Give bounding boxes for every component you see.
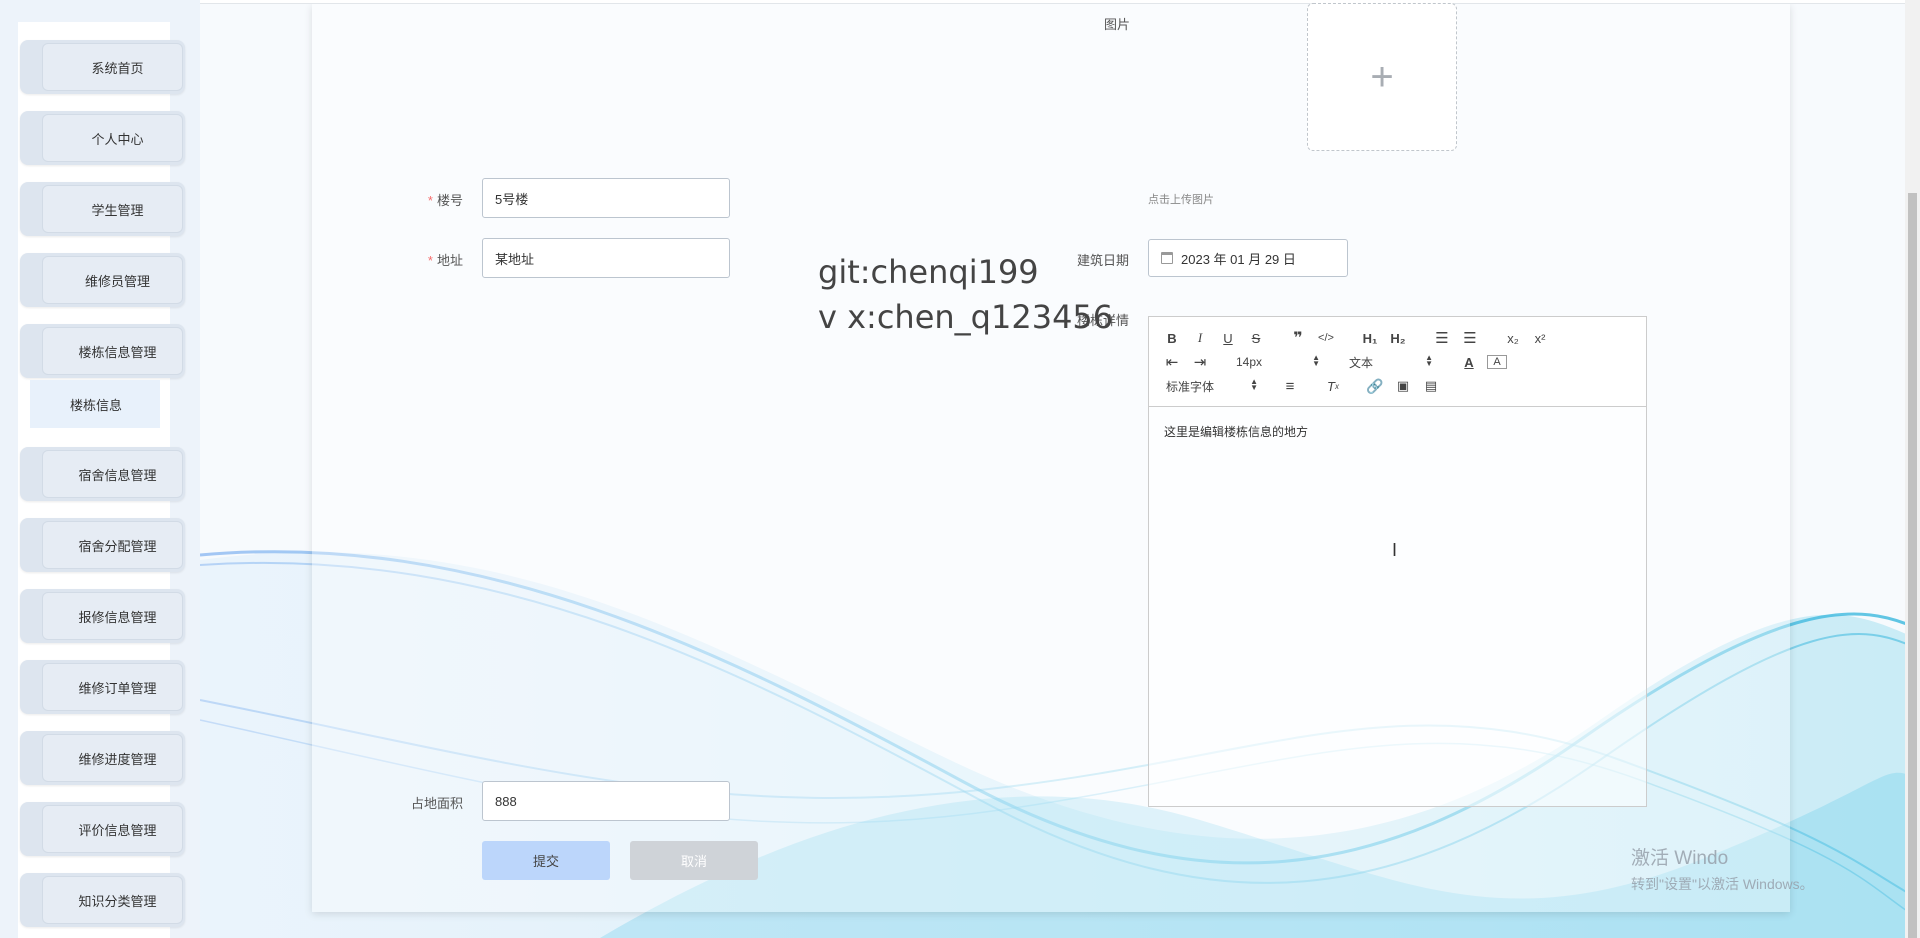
background-color-icon[interactable]: A: [1487, 355, 1507, 369]
heading1-icon[interactable]: H₁: [1360, 328, 1380, 348]
calendar-icon: [1161, 252, 1173, 264]
sidebar-item-label: 维修进度管理: [42, 734, 183, 782]
editor-content[interactable]: 这里是编辑楼栋信息的地方: [1149, 407, 1646, 456]
upload-hint: 点击上传图片: [1148, 194, 1214, 206]
sidebar-item-buildings[interactable]: 楼栋信息管理: [20, 324, 185, 378]
sidebar-item-reviews[interactable]: 评价信息管理: [20, 802, 185, 856]
sidebar-item-label: 楼栋信息管理: [42, 327, 183, 375]
submit-button[interactable]: 提交: [482, 841, 610, 880]
clear-format-icon[interactable]: Tx: [1323, 376, 1343, 396]
sidebar-item-repair-orders[interactable]: 维修订单管理: [20, 660, 185, 714]
bullet-list-icon[interactable]: ☰: [1460, 328, 1480, 348]
image-label: 图片: [1103, 17, 1130, 32]
link-icon[interactable]: 🔗: [1365, 376, 1385, 396]
required-star: *: [427, 193, 433, 208]
superscript-icon[interactable]: x²: [1530, 328, 1550, 348]
rich-text-editor[interactable]: B I U S ❞ </> H₁ H₂ ☰ ☰ x₂ x² ⇤ ⇥ 14px ▲ ▼…: [1148, 316, 1647, 807]
font-family-select[interactable]: 标准字体 ▲ ▼: [1166, 376, 1258, 396]
image-icon[interactable]: ▣: [1393, 376, 1413, 396]
sidebar-item-home[interactable]: 系统首页: [20, 40, 185, 94]
video-icon[interactable]: ▤: [1421, 376, 1441, 396]
italic-icon[interactable]: I: [1190, 328, 1210, 348]
image-upload-box[interactable]: +: [1307, 3, 1457, 151]
font-color-icon[interactable]: A: [1459, 352, 1479, 372]
align-icon[interactable]: ≡: [1280, 376, 1300, 396]
indent-icon[interactable]: ⇥: [1190, 352, 1210, 372]
sidebar-subitem-building-info[interactable]: 楼栋信息: [30, 380, 160, 428]
sidebar-item-repair-reports[interactable]: 报修信息管理: [20, 589, 185, 643]
editor-toolbar: B I U S ❞ </> H₁ H₂ ☰ ☰ x₂ x² ⇤ ⇥ 14px ▲ ▼…: [1149, 317, 1646, 407]
text-type-select[interactable]: 文本 ▲ ▼: [1349, 352, 1433, 372]
blockquote-icon[interactable]: ❞: [1288, 328, 1308, 348]
sidebar-item-label: 系统首页: [42, 43, 183, 91]
select-arrows-icon: ▲ ▼: [1425, 353, 1433, 368]
sidebar-item-label: 维修员管理: [42, 256, 183, 304]
watermark-line2: v x:chen_q123456: [818, 298, 1114, 336]
text-type-value: 文本: [1349, 355, 1374, 370]
building-no-label: * 楼号: [395, 190, 463, 209]
plus-icon: +: [1370, 54, 1394, 99]
select-arrows-icon: ▲ ▼: [1312, 353, 1320, 368]
watermark: git:chenqi199 v x:chen_q123456: [818, 250, 1113, 340]
heading2-icon[interactable]: H₂: [1388, 328, 1408, 348]
subscript-icon[interactable]: x₂: [1503, 328, 1523, 348]
sidebar-item-label: 学生管理: [42, 185, 183, 233]
watermark-line1: git:chenqi199: [818, 253, 1039, 291]
ordered-list-icon[interactable]: ☰: [1432, 328, 1452, 348]
sidebar: 系统首页 个人中心 学生管理 维修员管理 楼栋信息管理 楼栋信息 宿舍信息管理 …: [0, 0, 200, 938]
required-star: *: [427, 253, 433, 268]
top-bar-line: [200, 0, 1920, 4]
address-input[interactable]: [482, 238, 730, 278]
select-arrows-icon: ▲ ▼: [1250, 377, 1258, 392]
sidebar-item-dorms[interactable]: 宿舍信息管理: [20, 447, 185, 501]
sidebar-item-label: 个人中心: [42, 114, 183, 162]
sidebar-item-label: 宿舍分配管理: [42, 521, 183, 569]
sidebar-item-knowledge-categories[interactable]: 知识分类管理: [20, 873, 185, 927]
font-family-value: 标准字体: [1166, 379, 1215, 394]
font-size-value: 14px: [1236, 355, 1263, 369]
text-cursor-icon: I: [1392, 540, 1398, 560]
sidebar-item-label: 知识分类管理: [42, 876, 183, 924]
bold-icon[interactable]: B: [1162, 328, 1182, 348]
address-label: * 地址: [395, 250, 463, 269]
sidebar-item-repairmen[interactable]: 维修员管理: [20, 253, 185, 307]
underline-icon[interactable]: U: [1218, 328, 1238, 348]
build-date-value: 2023 年 01 月 29 日: [1181, 251, 1296, 267]
sidebar-item-label: 评价信息管理: [42, 805, 183, 853]
area-input[interactable]: [482, 781, 730, 821]
build-date-picker[interactable]: 2023 年 01 月 29 日: [1148, 239, 1348, 277]
font-size-select[interactable]: 14px ▲ ▼: [1236, 352, 1320, 372]
cancel-button[interactable]: 取消: [630, 841, 758, 880]
scrollbar-thumb[interactable]: [1908, 193, 1917, 938]
sidebar-item-repair-progress[interactable]: 维修进度管理: [20, 731, 185, 785]
sidebar-item-label: 宿舍信息管理: [42, 450, 183, 498]
address-label-text: 地址: [436, 253, 463, 268]
strike-icon[interactable]: S: [1246, 328, 1266, 348]
sidebar-item-personal-center[interactable]: 个人中心: [20, 111, 185, 165]
building-no-input[interactable]: [482, 178, 730, 218]
sidebar-item-dorm-allocation[interactable]: 宿舍分配管理: [20, 518, 185, 572]
sidebar-item-label: 报修信息管理: [42, 592, 183, 640]
code-icon[interactable]: </>: [1316, 328, 1336, 348]
outdent-icon[interactable]: ⇤: [1162, 352, 1182, 372]
building-no-label-text: 楼号: [436, 193, 463, 208]
area-label: 占地面积: [410, 796, 463, 811]
sidebar-item-students[interactable]: 学生管理: [20, 182, 185, 236]
page-scrollbar[interactable]: [1905, 0, 1920, 938]
sidebar-item-label: 维修订单管理: [42, 663, 183, 711]
